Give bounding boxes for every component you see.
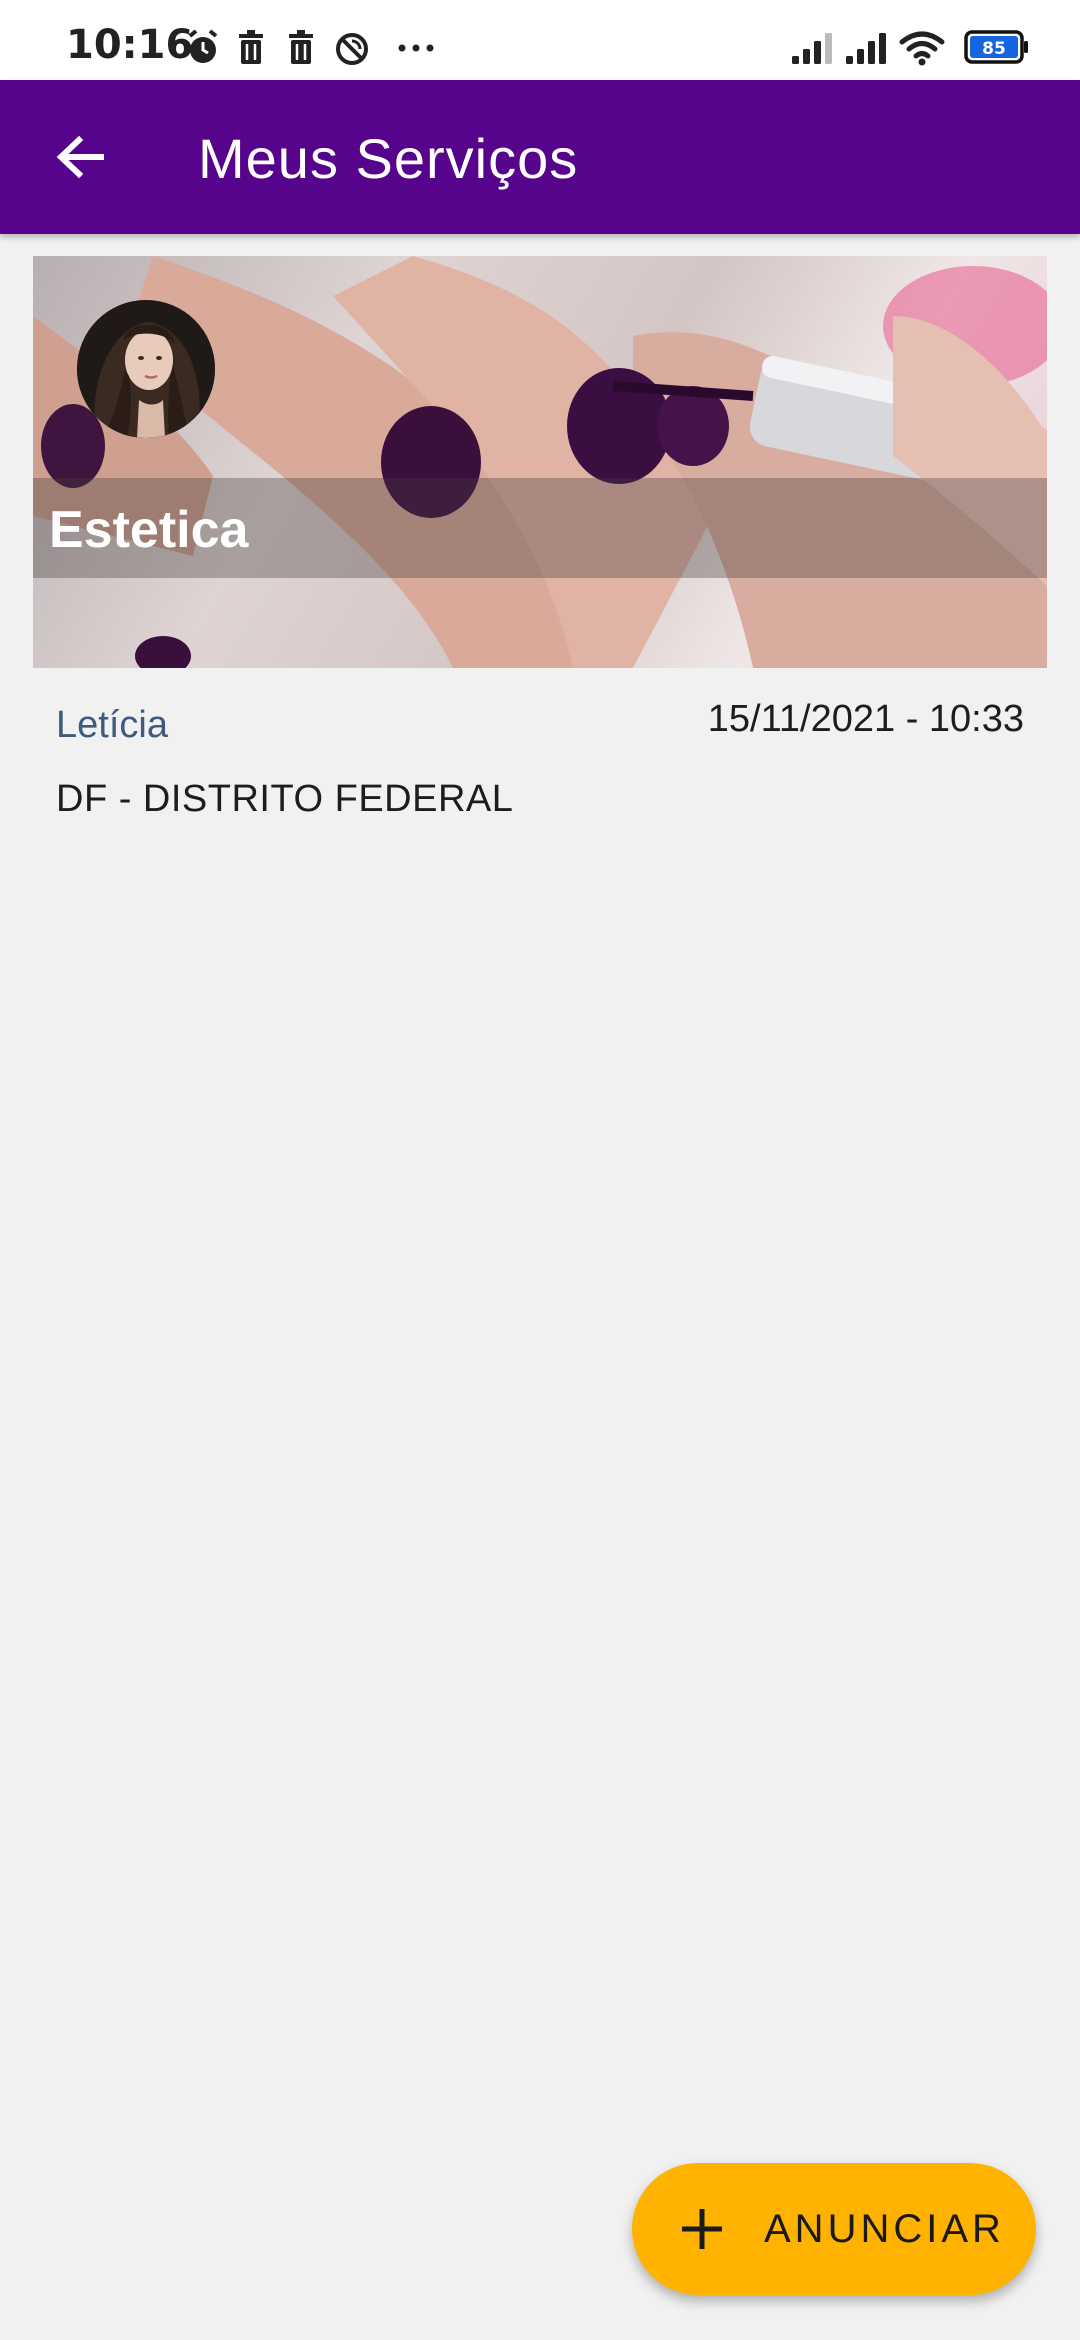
more-dots-icon <box>398 44 434 52</box>
wifi-icon <box>899 31 945 66</box>
no-disturb-icon <box>336 33 368 65</box>
trash-icon <box>289 30 313 64</box>
status-bar: 10:16 85 <box>0 0 1080 80</box>
status-time: 10:16 <box>66 22 194 68</box>
anunciar-label: ANUNCIAR <box>764 2207 1005 2251</box>
service-banner-image: Estetica <box>33 256 1047 668</box>
signal-icon <box>792 33 832 64</box>
battery-icon: 85 <box>964 30 1028 64</box>
provider-name: Letícia <box>56 704 168 746</box>
page-title: Meus Serviços <box>198 127 579 190</box>
service-category: Estetica <box>49 501 249 559</box>
battery-level: 85 <box>982 39 1006 59</box>
alarm-icon <box>188 29 218 63</box>
service-card[interactable]: Estetica Letícia 15/11/2021 - 10:33 DF -… <box>33 256 1047 846</box>
plus-icon <box>682 2209 722 2249</box>
service-date: 15/11/2021 - 10:33 <box>707 698 1024 740</box>
signal-icon <box>846 33 886 64</box>
app-bar: Meus Serviços <box>0 80 1080 234</box>
status-right-icons: 85 <box>790 28 1040 68</box>
arrow-left-icon <box>56 135 104 179</box>
anunciar-button[interactable]: ANUNCIAR <box>632 2163 1036 2295</box>
back-button[interactable] <box>40 117 120 197</box>
trash-icon <box>239 30 263 64</box>
avatar <box>77 300 215 438</box>
service-location: DF - DISTRITO FEDERAL <box>56 778 514 820</box>
